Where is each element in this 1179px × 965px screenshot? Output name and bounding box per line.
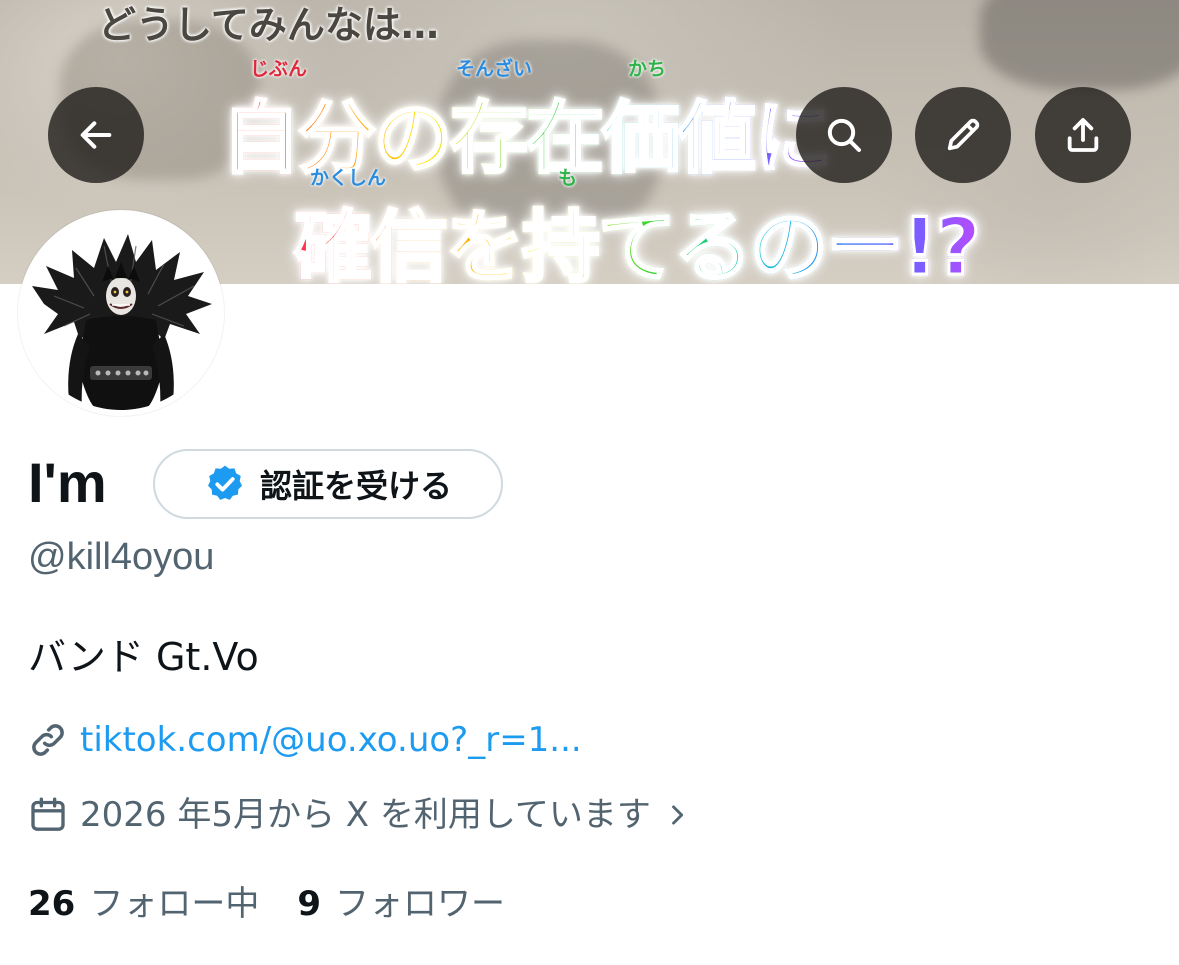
search-button[interactable] xyxy=(796,87,892,183)
followers-link[interactable]: 9 フォロワー xyxy=(297,876,505,925)
following-label: フォロー中 xyxy=(89,884,260,924)
bio-text: バンド Gt.Vo xyxy=(28,635,259,679)
link-icon xyxy=(32,724,64,756)
user-handle: @kill4oyou xyxy=(28,536,215,578)
share-button[interactable] xyxy=(1035,87,1131,183)
joined-date: 2026 年5月から X を利用しています xyxy=(80,795,651,835)
search-icon xyxy=(827,118,861,152)
avatar-image xyxy=(24,216,218,410)
follow-stats: 26 フォロー中 9 フォロワー xyxy=(28,876,505,925)
chevron-right-icon xyxy=(671,805,683,825)
edit-button[interactable] xyxy=(915,87,1011,183)
banner-caption-top: どうしてみんなは… xyxy=(98,3,439,47)
back-button[interactable] xyxy=(48,87,144,183)
following-link[interactable]: 26 フォロー中 xyxy=(28,876,259,925)
profile-link-row[interactable]: tiktok.com/@uo.xo.uo?_r=1... xyxy=(28,718,582,762)
banner-caption-line2: 確信を持てるのー!? xyxy=(293,185,983,285)
following-count: 26 xyxy=(28,884,76,924)
get-verified-button[interactable]: 認証を受ける xyxy=(153,449,503,519)
share-icon xyxy=(1067,118,1099,152)
verified-badge-icon xyxy=(208,465,242,500)
calendar-icon xyxy=(31,797,65,831)
profile-page: どうしてみんなは… じぶん そんざい かち 自分の存在価値に かくしん も 確信… xyxy=(0,0,1179,965)
pencil-icon xyxy=(947,118,980,151)
display-name: I'm xyxy=(28,451,107,514)
profile-link[interactable]: tiktok.com/@uo.xo.uo?_r=1... xyxy=(80,718,582,762)
avatar[interactable] xyxy=(18,210,224,416)
followers-count: 9 xyxy=(297,884,321,924)
arrow-left-icon xyxy=(80,121,112,149)
get-verified-label: 認証を受ける xyxy=(259,467,452,505)
joined-date-row[interactable]: 2026 年5月から X を利用しています xyxy=(28,793,691,837)
followers-label: フォロワー xyxy=(335,884,505,924)
